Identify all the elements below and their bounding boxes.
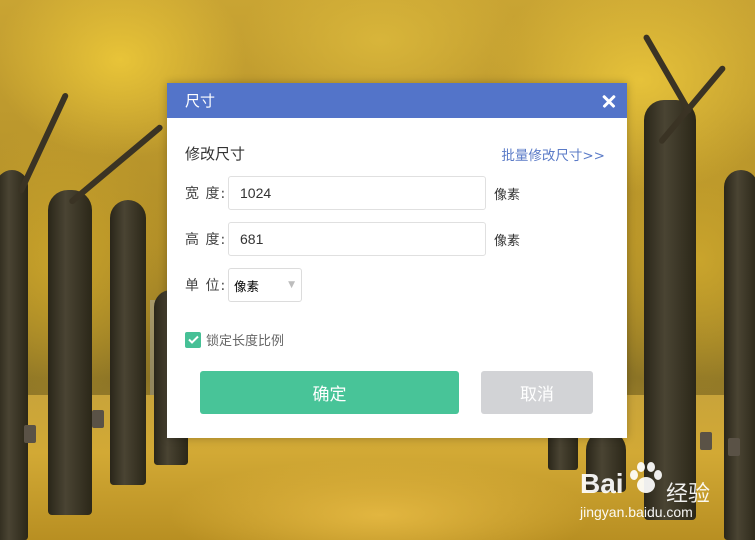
chevron-down-icon: ▼: [288, 280, 295, 290]
unit-row: 单 位: 像素 ▼: [185, 268, 302, 302]
height-input[interactable]: [228, 222, 486, 256]
width-input[interactable]: [228, 176, 486, 210]
tree-trunk: [0, 170, 28, 540]
confirm-button[interactable]: 确定: [200, 371, 459, 414]
height-label: 高 度:: [185, 232, 227, 248]
lock-ratio-toggle[interactable]: 锁定长度比例: [185, 330, 284, 349]
baidu-jingyan-watermark: Bai 经验 jingyan.baidu.com: [578, 456, 728, 526]
close-icon[interactable]: [599, 91, 619, 111]
watermark-brand: Bai: [580, 468, 624, 499]
lock-ratio-label: 锁定长度比例: [206, 334, 285, 349]
unit-select-value: 像素: [234, 278, 260, 294]
tree-trunk: [724, 170, 755, 540]
lock-ratio-checkbox[interactable]: [185, 331, 201, 348]
paw-icon: [630, 462, 662, 493]
check-icon: [187, 335, 199, 344]
section-title: 修改尺寸: [185, 145, 246, 163]
dialog-titlebar: 尺寸: [167, 83, 627, 118]
cancel-button[interactable]: 取消: [481, 371, 593, 414]
resize-dialog: 尺寸 修改尺寸 批量修改尺寸>> 宽 度: 像素 高 度: 像素 单 位: 像素…: [167, 83, 627, 438]
ground-stake: [92, 410, 104, 428]
tree-trunk: [48, 190, 92, 515]
watermark-url: jingyan.baidu.com: [580, 504, 693, 520]
batch-resize-link[interactable]: 批量修改尺寸>>: [501, 144, 605, 164]
ground-stake: [728, 438, 740, 456]
width-row: 宽 度: 像素: [185, 176, 520, 210]
ground-stake: [700, 432, 712, 450]
dialog-title: 尺寸: [185, 92, 216, 110]
ground-stake: [24, 425, 36, 443]
tree-trunk: [110, 200, 146, 485]
unit-select[interactable]: 像素 ▼: [228, 268, 302, 302]
width-label: 宽 度:: [185, 186, 227, 202]
height-row: 高 度: 像素: [185, 222, 520, 256]
unit-label: 单 位:: [185, 278, 227, 294]
section-header: 修改尺寸 批量修改尺寸>>: [185, 143, 605, 164]
height-unit: 像素: [494, 233, 521, 249]
width-unit: 像素: [494, 187, 521, 203]
